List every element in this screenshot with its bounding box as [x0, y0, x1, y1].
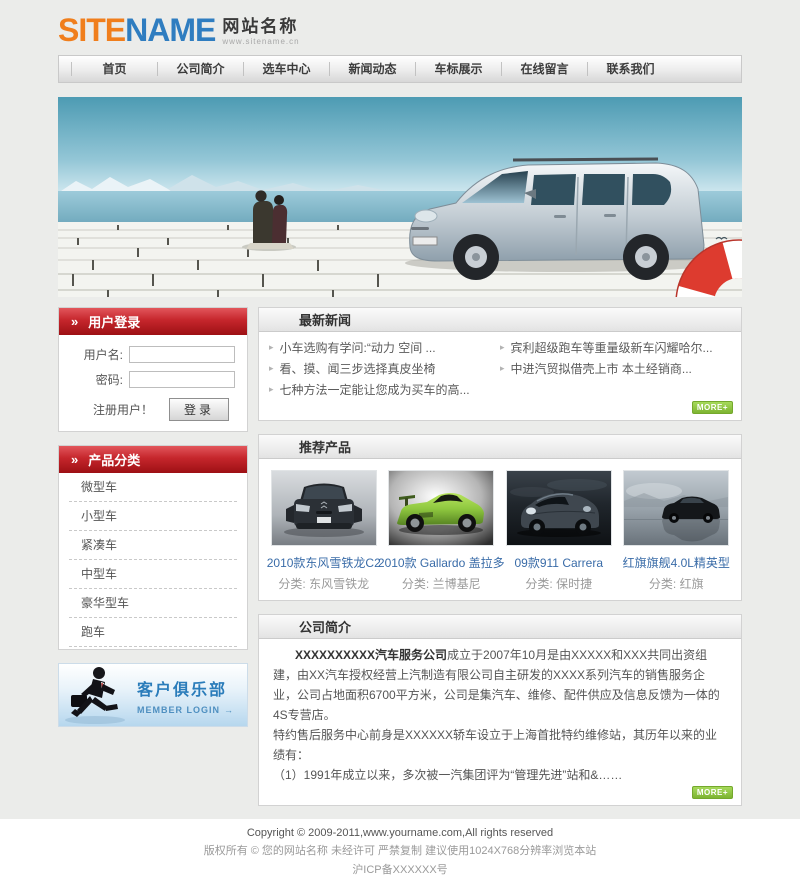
- about-para2: 特约售后服务中心前身是XXXXXX轿车设立于上海首批特约维修站，其历年以来的业绩…: [273, 725, 727, 765]
- products-title: 推荐产品: [299, 437, 351, 456]
- club-title: 客户俱乐部: [137, 676, 234, 700]
- product-name[interactable]: 红旗旗舰4.0L精英型: [623, 554, 730, 571]
- news-panel: 最新新闻 ▸ 小车选购有学问:“动力 空间 ... ▸ 看、摸、闻三步选择真皮坐椅 …: [258, 307, 742, 421]
- about-panel-header: 公司简介: [259, 615, 741, 639]
- double-chevron-icon: »: [71, 314, 78, 329]
- bullet-icon: ▸: [500, 342, 505, 353]
- category-item-luxury[interactable]: 豪华型车: [69, 589, 237, 618]
- news-link[interactable]: 小车选购有学问:“动力 空间 ...: [280, 339, 436, 356]
- about-panel: 公司简介 XXXXXXXXXX汽车服务公司成立于2007年10月是由XXXXX和…: [258, 614, 742, 806]
- login-panel: » 用户登录 用户名: 密码: 注册用户！ 登录: [58, 307, 248, 432]
- categories-panel-header: » 产品分类: [59, 446, 247, 473]
- category-item-mid[interactable]: 中型车: [69, 560, 237, 589]
- category-item-sports[interactable]: 跑车: [69, 618, 237, 647]
- businessman-icon: [59, 664, 133, 726]
- bullet-icon: ▸: [269, 342, 274, 353]
- username-label: 用户名:: [67, 346, 123, 363]
- products-panel-header: 推荐产品: [259, 435, 741, 459]
- nav-item-contact[interactable]: 联系我们: [587, 62, 673, 76]
- product-photo-gallardo: [388, 470, 494, 546]
- news-list-right: ▸ 宾利超级跑车等重量级新车闪耀哈尔... ▸ 中进汽贸拟借壳上市 本土经销商...: [500, 337, 731, 400]
- news-list-left: ▸ 小车选购有学问:“动力 空间 ... ▸ 看、摸、闻三步选择真皮坐椅 ▸ 七种方法…: [269, 337, 500, 400]
- about-text: XXXXXXXXXX汽车服务公司成立于2007年10月是由XXXXX和XXX共同…: [259, 639, 741, 785]
- news-link[interactable]: 宾利超级跑车等重量级新车闪耀哈尔...: [511, 339, 713, 356]
- logo-site-text: SITE: [58, 12, 125, 48]
- products-panel: 推荐产品: [258, 434, 742, 601]
- about-para3: （1）1991年成立以来，多次被一汽集团评为“管理先进”站和&……: [273, 765, 727, 785]
- username-input[interactable]: [129, 346, 235, 363]
- about-title: 公司简介: [299, 617, 351, 636]
- news-item: ▸ 宾利超级跑车等重量级新车闪耀哈尔...: [500, 337, 731, 358]
- password-input[interactable]: [129, 371, 235, 388]
- site-header: SITENAME 网站名称 www.sitename.cn: [58, 0, 742, 55]
- news-item: ▸ 中进汽贸拟借壳上市 本土经销商...: [500, 358, 731, 379]
- product-card-gallardo[interactable]: 2010款 Gallardo 盖拉多 分类: 兰博基尼: [383, 470, 501, 592]
- news-item: ▸ 看、摸、闻三步选择真皮坐椅: [269, 358, 500, 379]
- product-photo-hongqi: [623, 470, 729, 546]
- member-club-banner[interactable]: 客户俱乐部 MEMBER LOGIN →: [58, 663, 248, 727]
- password-label: 密码:: [67, 371, 123, 388]
- nav-item-car-center[interactable]: 选车中心: [243, 62, 329, 76]
- product-name[interactable]: 2010款东风雪铁龙C2: [267, 554, 381, 571]
- category-item-small[interactable]: 小型车: [69, 502, 237, 531]
- footer-copyright: Copyright © 2009-2011,www.yourname.com,A…: [0, 827, 800, 839]
- bullet-icon: ▸: [269, 384, 274, 395]
- site-logo[interactable]: SITENAME 网站名称 www.sitename.cn: [58, 13, 300, 47]
- page-footer: Copyright © 2009-2011,www.yourname.com,A…: [0, 819, 800, 883]
- bullet-icon: ▸: [500, 363, 505, 374]
- club-subtitle: MEMBER LOGIN: [137, 705, 220, 715]
- category-list: 微型车 小型车 紧凑车 中型车 豪华型车 跑车: [59, 473, 247, 649]
- product-category: 分类: 红旗: [649, 575, 704, 592]
- product-name[interactable]: 09款911 Carrera: [515, 554, 604, 571]
- login-panel-header: » 用户登录: [59, 308, 247, 335]
- news-link[interactable]: 看、摸、闻三步选择真皮坐椅: [280, 360, 436, 377]
- news-more-button[interactable]: MORE+: [692, 401, 733, 414]
- arrow-right-icon: →: [224, 705, 234, 715]
- product-category: 分类: 保时捷: [525, 575, 592, 592]
- news-item: ▸ 七种方法一定能让您成为买车的高...: [269, 379, 500, 400]
- categories-title: 产品分类: [88, 450, 140, 469]
- product-photo-citroen: [271, 470, 377, 546]
- nav-item-news[interactable]: 新闻动态: [329, 62, 415, 76]
- main-content: 最新新闻 ▸ 小车选购有学问:“动力 空间 ... ▸ 看、摸、闻三步选择真皮坐椅 …: [258, 307, 742, 819]
- product-card-hongqi[interactable]: 红旗旗舰4.0L精英型 分类: 红旗: [618, 470, 736, 592]
- logo-wordmark: SITENAME: [58, 13, 215, 47]
- news-link[interactable]: 七种方法一定能让您成为买车的高...: [280, 381, 470, 398]
- nav-item-badges[interactable]: 车标展示: [415, 62, 501, 76]
- hero-banner: [58, 97, 742, 297]
- nav-item-about[interactable]: 公司简介: [157, 62, 243, 76]
- bullet-icon: ▸: [269, 363, 274, 374]
- product-name[interactable]: 2010款 Gallardo 盖拉多: [378, 554, 505, 571]
- logo-chinese-title: 网站名称: [222, 18, 299, 35]
- login-button[interactable]: 登录: [169, 398, 229, 421]
- news-link[interactable]: 中进汽贸拟借壳上市 本土经销商...: [511, 360, 692, 377]
- footer-icp: 沪ICP备XXXXXX号: [0, 861, 800, 877]
- main-nav: 首页 公司简介 选车中心 新闻动态 车标展示 在线留言 联系我们: [58, 55, 742, 83]
- sidebar: » 用户登录 用户名: 密码: 注册用户！ 登录: [58, 307, 248, 740]
- logo-site-url: www.sitename.cn: [222, 37, 299, 46]
- double-chevron-icon: »: [71, 452, 78, 467]
- product-category: 分类: 东风雪铁龙: [278, 575, 369, 592]
- footer-rights: 版权所有 © 您的网站名称 未经许可 严禁复制 建议使用1024X768分辨率浏…: [0, 842, 800, 858]
- nav-item-home[interactable]: 首页: [71, 62, 157, 76]
- news-title: 最新新闻: [299, 310, 351, 329]
- about-lead-text: XXXXXXXXXX汽车服务公司: [295, 648, 447, 662]
- product-photo-porsche: [506, 470, 612, 546]
- logo-name-text: NAME: [125, 12, 215, 48]
- nav-item-guestbook[interactable]: 在线留言: [501, 62, 587, 76]
- categories-panel: » 产品分类 微型车 小型车 紧凑车 中型车 豪华型车 跑车: [58, 445, 248, 650]
- category-item-micro[interactable]: 微型车: [69, 473, 237, 502]
- about-more-button[interactable]: MORE+: [692, 786, 733, 799]
- product-card-porsche[interactable]: 09款911 Carrera 分类: 保时捷: [500, 470, 618, 592]
- product-card-citroen[interactable]: 2010款东风雪铁龙C2 分类: 东风雪铁龙: [265, 470, 383, 592]
- hero-banner-illustration: [58, 97, 742, 297]
- news-item: ▸ 小车选购有学问:“动力 空间 ...: [269, 337, 500, 358]
- category-item-compact[interactable]: 紧凑车: [69, 531, 237, 560]
- register-link[interactable]: 注册用户！: [93, 401, 153, 418]
- login-title: 用户登录: [88, 312, 140, 331]
- product-category: 分类: 兰博基尼: [402, 575, 481, 592]
- news-panel-header: 最新新闻: [259, 308, 741, 332]
